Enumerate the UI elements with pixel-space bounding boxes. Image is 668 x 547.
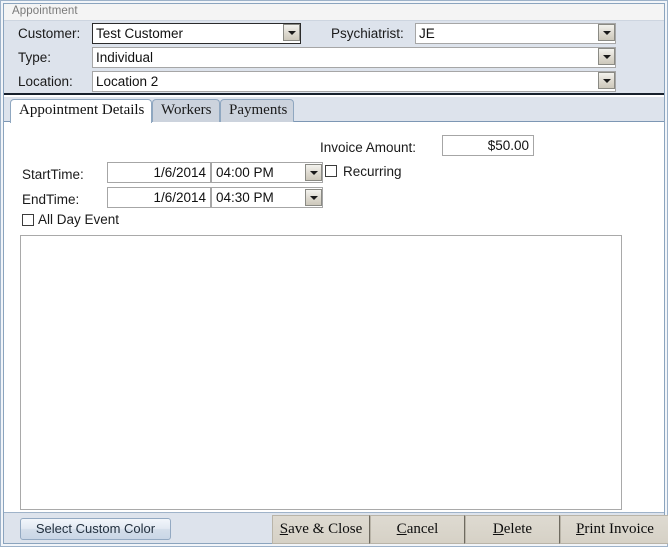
all-day-event-checkbox[interactable] xyxy=(22,214,34,226)
customer-value: Test Customer xyxy=(96,26,184,41)
print-invoice-label: rint Invoice xyxy=(584,521,654,537)
cancel-button[interactable]: Cancel xyxy=(370,515,465,544)
tab-payments[interactable]: Payments xyxy=(220,99,294,122)
tab-strip: Appointment Details Workers Payments xyxy=(4,97,664,123)
end-time-label: EndTime: xyxy=(22,192,80,207)
tab-payments-label: Payments xyxy=(229,102,288,118)
location-label: Location: xyxy=(18,74,73,89)
invoice-amount-label: Invoice Amount: xyxy=(320,140,417,155)
start-time-label: StartTime: xyxy=(22,167,84,182)
type-dropdown-arrow[interactable] xyxy=(598,48,615,65)
all-day-event-label: All Day Event xyxy=(38,212,120,227)
select-custom-color-label: Select Custom Color xyxy=(35,521,156,536)
invoice-amount-value: $50.00 xyxy=(487,138,529,153)
start-date-field[interactable]: 1/6/2014 xyxy=(107,162,211,183)
delete-button[interactable]: Delete xyxy=(465,515,560,544)
customer-dropdown-arrow[interactable] xyxy=(283,24,300,41)
save-and-close-label: ave & Close xyxy=(288,521,363,537)
recurring-label: Recurring xyxy=(343,164,402,179)
tab-workers[interactable]: Workers xyxy=(152,99,220,122)
cancel-accel: C xyxy=(396,521,407,537)
chevron-down-icon xyxy=(602,78,611,83)
appointment-window: Appointment Customer: Test Customer Psyc… xyxy=(0,0,668,547)
psychiatrist-value: JE xyxy=(419,26,435,41)
tab-appointment-details-label: Appointment Details xyxy=(19,102,145,118)
type-combo[interactable]: Individual xyxy=(92,47,616,68)
start-time-dropdown-arrow[interactable] xyxy=(305,164,322,181)
psychiatrist-combo[interactable]: JE xyxy=(415,23,616,44)
recurring-checkbox[interactable] xyxy=(325,165,337,177)
psychiatrist-dropdown-arrow[interactable] xyxy=(598,24,615,41)
title-bar: Appointment xyxy=(4,4,664,20)
footer-bar: Select Custom Color Save & Close Cancel … xyxy=(4,512,668,544)
start-date-value: 1/6/2014 xyxy=(153,165,206,180)
invoice-amount-field[interactable]: $50.00 xyxy=(442,135,534,156)
notes-textarea[interactable] xyxy=(20,235,622,510)
save-and-close-button[interactable]: Save & Close xyxy=(272,515,370,544)
appointment-details-pane: Invoice Amount: $50.00 StartTime: 1/6/20… xyxy=(4,122,664,512)
start-time-value: 04:00 PM xyxy=(216,165,274,180)
end-date-field[interactable]: 1/6/2014 xyxy=(107,187,211,208)
window-title: Appointment xyxy=(12,5,78,17)
chevron-down-icon xyxy=(309,195,318,200)
type-label: Type: xyxy=(18,50,52,65)
customer-combo[interactable]: Test Customer xyxy=(92,23,301,44)
location-combo[interactable]: Location 2 xyxy=(92,71,616,92)
footer-button-group: Save & Close Cancel Delete Print Invoice xyxy=(272,515,668,544)
chevron-down-icon xyxy=(309,170,318,175)
print-invoice-button[interactable]: Print Invoice xyxy=(560,515,668,544)
select-custom-color-button[interactable]: Select Custom Color xyxy=(20,518,171,540)
end-time-value: 04:30 PM xyxy=(216,190,274,205)
save-and-close-accel: S xyxy=(279,521,289,537)
type-value: Individual xyxy=(96,50,154,65)
end-time-dropdown-arrow[interactable] xyxy=(305,189,322,206)
chevron-down-icon xyxy=(602,54,611,59)
chevron-down-icon xyxy=(602,30,611,35)
header-panel: Customer: Test Customer Psychiatrist: JE… xyxy=(4,20,664,95)
cancel-label: ancel xyxy=(406,521,439,537)
location-value: Location 2 xyxy=(96,74,159,89)
chevron-down-icon xyxy=(287,30,296,35)
customer-label: Customer: xyxy=(18,26,81,41)
psychiatrist-label: Psychiatrist: xyxy=(331,26,404,41)
end-date-value: 1/6/2014 xyxy=(153,190,206,205)
delete-accel: D xyxy=(492,521,504,537)
tab-workers-label: Workers xyxy=(161,102,212,118)
tab-appointment-details[interactable]: Appointment Details xyxy=(10,99,152,123)
delete-label: elete xyxy=(503,521,533,537)
location-dropdown-arrow[interactable] xyxy=(598,72,615,89)
